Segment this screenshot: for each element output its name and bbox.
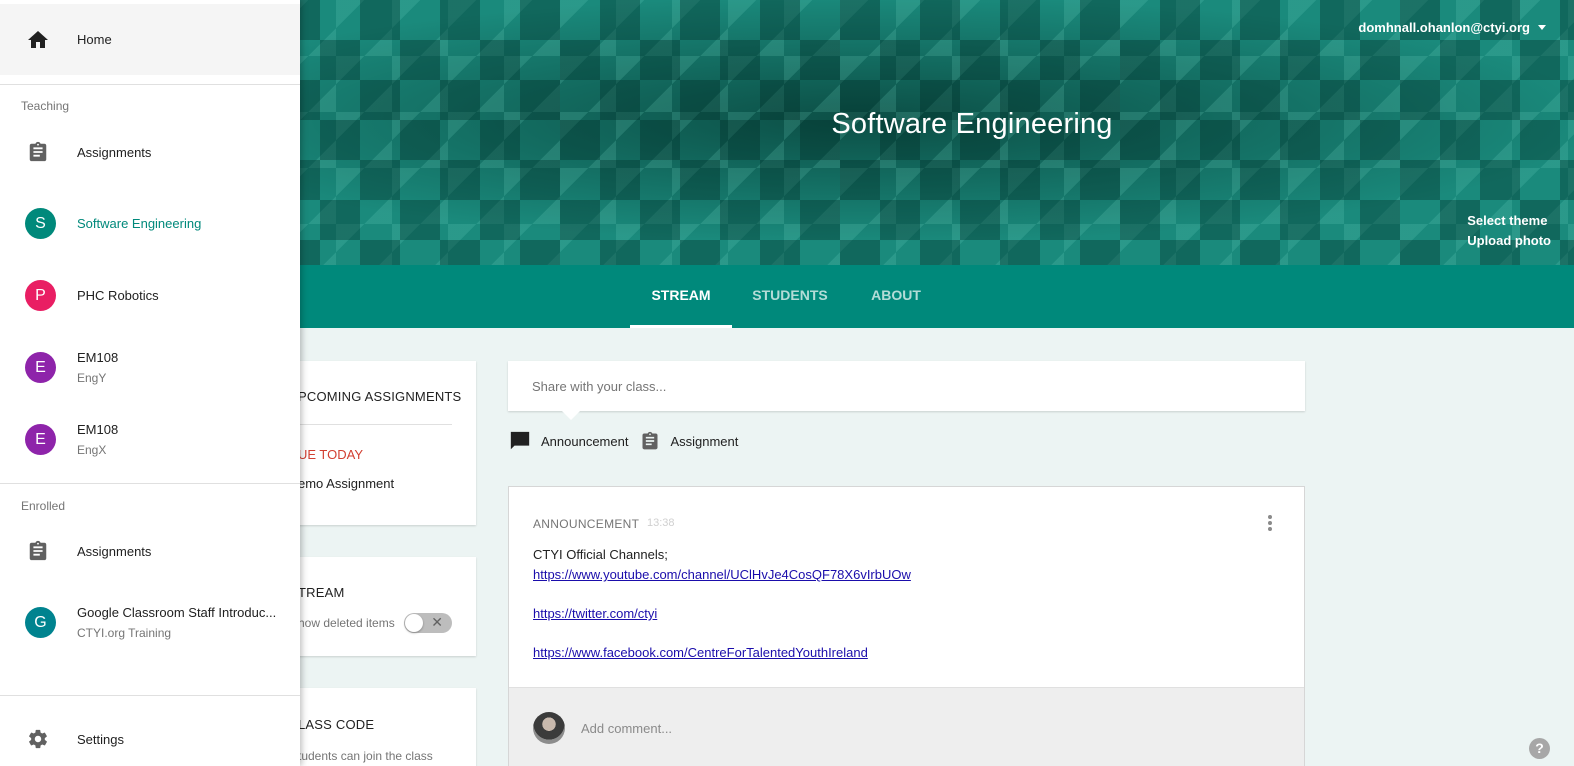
comment-bar — [509, 687, 1304, 766]
show-deleted-toggle[interactable]: ✕ — [404, 613, 452, 633]
demo-assignment-link[interactable]: emo Assignment — [298, 476, 394, 491]
announcement-label: Announcement — [541, 433, 629, 449]
show-deleted-label: how deleted items — [298, 616, 395, 630]
nav-enrolled-assignments[interactable]: Assignments — [0, 519, 300, 583]
nav-item-label: EM108 — [77, 349, 119, 365]
gear-icon — [0, 728, 77, 750]
youtube-link[interactable]: https://www.youtube.com/channel/UClHvJe4… — [533, 565, 911, 585]
announcement-icon — [510, 431, 530, 450]
nav-item-sublabel: EngX — [77, 442, 107, 457]
nav-home-label: Home — [77, 32, 112, 47]
card-divider — [298, 424, 452, 425]
due-today-label: UE TODAY — [298, 447, 364, 462]
nav-class-phc-robotics[interactable]: P PHC Robotics — [0, 263, 300, 327]
class-avatar-icon: G — [25, 606, 56, 638]
class-avatar-icon: P — [25, 279, 56, 311]
assignment-button[interactable]: Assignment — [640, 430, 738, 452]
post-body: CTYI Official Channels; https://www.yout… — [533, 545, 911, 663]
nav-settings[interactable]: Settings — [0, 707, 300, 766]
nav-item-label: EM108 — [77, 421, 119, 437]
clipboard-icon — [0, 540, 77, 562]
caret-down-icon — [1538, 25, 1546, 30]
close-icon: ✕ — [431, 614, 443, 630]
nav-settings-label: Settings — [77, 731, 124, 747]
nav-item-sublabel: EngY — [77, 370, 107, 385]
nav-item-sublabel: CTYI.org Training — [77, 625, 172, 640]
announcement-post: ANNOUNCEMENT 13:38 CTYI Official Channel… — [508, 486, 1305, 766]
post-type-label: ANNOUNCEMENT — [533, 517, 640, 531]
nav-item-label: Google Classroom Staff Introduc... — [77, 604, 277, 620]
tab-stream[interactable]: STREAM — [630, 265, 732, 328]
teaching-section-label: Teaching — [21, 99, 70, 113]
home-icon — [0, 28, 77, 52]
nav-home[interactable]: Home — [0, 4, 300, 75]
class-code-title: LASS CODE — [298, 717, 375, 732]
divider — [0, 84, 300, 85]
stream-settings-card: TREAM how deleted items ✕ — [280, 557, 476, 656]
avatar — [533, 712, 565, 744]
upcoming-title: PCOMING ASSIGNMENTS — [298, 389, 462, 404]
account-email: domhnall.ohanlon@ctyi.org — [1358, 20, 1530, 35]
nav-item-label: Assignments — [77, 543, 152, 559]
divider — [0, 695, 300, 696]
class-code-desc: tudents can join the class — [298, 749, 433, 763]
twitter-link[interactable]: https://twitter.com/ctyi — [533, 604, 911, 624]
upcoming-assignments-card: PCOMING ASSIGNMENTS UE TODAY emo Assignm… — [280, 361, 476, 525]
comment-input[interactable] — [581, 714, 1181, 742]
help-icon[interactable]: ? — [1529, 738, 1550, 759]
class-avatar-icon: E — [25, 351, 56, 383]
nav-class-em108-engy[interactable]: E EM108 EngY — [0, 335, 300, 399]
facebook-link[interactable]: https://www.facebook.com/CentreForTalent… — [533, 643, 911, 663]
stream-title: TREAM — [298, 585, 345, 600]
clipboard-icon — [642, 431, 658, 450]
class-title: Software Engineering — [831, 108, 1113, 140]
nav-item-label: PHC Robotics — [77, 287, 159, 303]
post-text: CTYI Official Channels; — [533, 547, 668, 562]
upload-photo-link[interactable]: Upload photo — [1467, 231, 1551, 251]
theme-links: Select theme Upload photo — [1467, 211, 1551, 251]
share-pointer — [562, 411, 580, 420]
assignment-label: Assignment — [670, 433, 739, 449]
tab-about[interactable]: ABOUT — [862, 265, 930, 328]
divider — [0, 483, 300, 484]
nav-class-google-classroom-intro[interactable]: G Google Classroom Staff Introduc... CTY… — [0, 590, 300, 654]
more-vert-icon[interactable] — [1266, 515, 1274, 533]
class-avatar-icon: E — [25, 423, 56, 455]
nav-drawer: Home Teaching Assignments S Software Eng… — [0, 0, 300, 766]
nav-class-em108-engx[interactable]: E EM108 EngX — [0, 407, 300, 471]
toggle-knob — [405, 614, 423, 632]
tab-students[interactable]: STUDENTS — [745, 265, 835, 328]
select-theme-link[interactable]: Select theme — [1467, 211, 1551, 231]
nav-item-label: Assignments — [77, 144, 152, 160]
announcement-button[interactable]: Announcement — [509, 430, 628, 452]
class-code-card: LASS CODE tudents can join the class — [280, 688, 476, 766]
post-timestamp: 13:38 — [647, 517, 675, 529]
account-menu[interactable]: domhnall.ohanlon@ctyi.org — [1358, 20, 1546, 35]
class-avatar-icon: S — [25, 207, 56, 239]
nav-teaching-assignments[interactable]: Assignments — [0, 120, 300, 184]
nav-class-software-engineering[interactable]: S Software Engineering — [0, 191, 300, 255]
nav-item-label: Software Engineering — [77, 215, 202, 231]
enrolled-section-label: Enrolled — [21, 499, 66, 513]
share-box — [508, 361, 1305, 411]
post-actions: Announcement Assignment — [509, 430, 750, 452]
share-input[interactable] — [508, 361, 1305, 411]
clipboard-icon — [0, 141, 77, 163]
